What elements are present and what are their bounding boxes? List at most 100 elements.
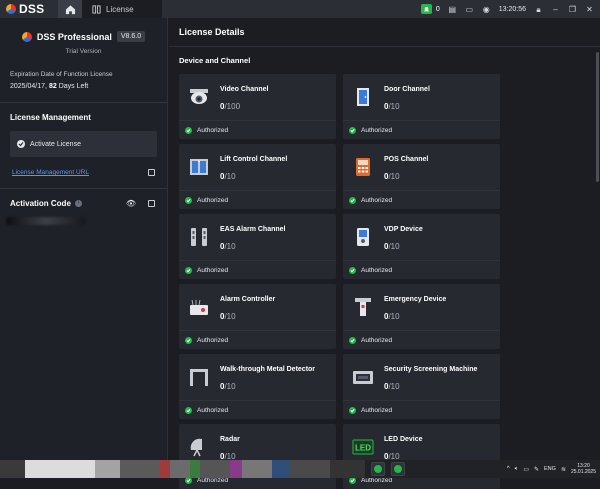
monitor-icon[interactable]: ▭ [465,5,474,14]
card-title: Alarm Controller [220,296,276,303]
total-count: /10 [388,102,400,111]
card-status: Authorized [179,120,336,139]
divider [0,102,167,103]
total-count: /10 [388,382,400,391]
status-label: Authorized [197,126,229,134]
total-count: /10 [224,312,236,321]
app-icon [394,465,402,473]
check-circle-icon [17,140,25,148]
eas-gate-icon [188,226,210,248]
dss-window: DSS License 0 ▤ ▭ ◉ 13:20:56 🔒︎ – ❐ ✕ DS [0,0,600,489]
system-tray: ^ 🔈︎ ▭ ✎ ENG ≋ 13:20 25.01.2025 [507,463,600,475]
status-label: Authorized [361,406,393,414]
card-title: Security Screening Machine [384,366,478,373]
notification-button[interactable]: 0 [420,4,440,14]
card-quota: 0/10 [220,382,236,391]
card-title: LED Device [384,436,423,443]
chevron-up-icon[interactable]: ^ [507,466,510,472]
days-left-number: 82 [48,83,57,90]
card-status: Authorized [179,400,336,419]
intercom-icon [352,226,374,248]
app-icon [374,465,382,473]
app-name: DSS [19,2,45,16]
status-label: Authorized [361,126,393,134]
app-logo: DSS [0,0,58,18]
card-quota: 0/100 [220,102,240,111]
divider [0,188,167,189]
license-card-video-channel: Video Channel 0/100 Authorized [179,74,336,139]
total-count: /100 [224,102,241,111]
restore-icon[interactable]: ❐ [568,5,577,14]
speaker-icon[interactable]: 🔈︎ [515,466,519,473]
license-card-vdp-device: VDP Device 0/10 Authorized [343,214,500,279]
product-name: DSS Professional [36,31,112,42]
pen-icon[interactable]: ✎ [534,466,539,473]
copy-icon[interactable] [148,169,155,176]
days-left-text: Days Left [58,83,89,90]
card-quota: 0/10 [384,242,400,251]
license-card-grid: Video Channel 0/100 Authorized Door Channel… [179,74,501,489]
check-circle-icon [185,196,192,204]
taskbar-clock[interactable]: 13:20 25.01.2025 [571,463,596,475]
license-card-pos-channel: POS Channel 0/10 Authorized [343,144,500,209]
total-count: /10 [388,242,400,251]
tab-license[interactable]: License [82,0,162,18]
activation-code-title: Activation Code [10,199,71,208]
led-display-icon: LED [352,436,374,458]
license-sidebar: DSS Professional V8.6.0 Trial Version Ex… [0,18,168,460]
license-card-emergency-device: Emergency Device 0/10 Authorized [343,284,500,349]
copy-icon[interactable] [148,200,155,207]
check-circle-icon [349,266,356,274]
blurred-taskbar-region [0,460,365,478]
close-icon[interactable]: ✕ [585,5,594,14]
home-button[interactable] [58,0,82,18]
home-icon [65,4,75,14]
total-count: /10 [388,172,400,181]
check-circle-icon [349,406,356,414]
user-icon[interactable]: ◉ [482,5,491,14]
network-icon[interactable]: ▭ [523,466,529,473]
emergency-device-icon [352,296,374,318]
total-count: /10 [224,382,236,391]
metal-detector-icon [188,366,210,388]
svg-text:LED: LED [355,444,371,453]
version-badge: V8.6.0 [116,31,146,42]
card-title: Emergency Device [384,296,447,303]
license-card-door-channel: Door Channel 0/10 Authorized [343,74,500,139]
taskbar-dss-app-2[interactable] [391,462,405,476]
scrollbar[interactable] [596,52,599,182]
card-title: Door Channel [384,86,430,93]
check-circle-icon [349,126,356,134]
license-card-eas-alarm-channel: EAS Alarm Channel 0/10 Authorized [179,214,336,279]
status-label: Authorized [197,336,229,344]
status-label: Authorized [197,406,229,414]
expiration-block: Expiration Date of Function License 2025… [0,71,167,90]
task-icon[interactable]: ▤ [448,5,457,14]
check-circle-icon [349,336,356,344]
expiration-value: 2025/04/17, 82 Days Left [10,83,157,90]
wifi-icon[interactable]: ≋ [561,466,566,473]
status-label: Authorized [361,196,393,204]
minimize-icon[interactable]: – [551,5,560,14]
eye-icon[interactable]: 👁︎ [126,199,136,208]
check-circle-icon [185,406,192,414]
license-management-url-link[interactable]: License Management URL [12,169,89,176]
activate-license-button[interactable]: Activate License [10,131,157,157]
info-icon[interactable]: i [74,200,82,207]
dome-camera-icon [188,86,210,108]
check-circle-icon [185,126,192,134]
license-card-walk-through-metal-detector: Walk-through Metal Detector 0/10 Authorize… [179,354,336,419]
xray-scanner-icon [352,366,374,388]
check-circle-icon [349,196,356,204]
expiration-date: 2025/04/17, [10,83,47,90]
activation-code-row: Activation Code i 👁︎ [0,199,167,208]
total-count: /10 [388,312,400,321]
redacted-activation-code [6,217,86,225]
license-management-title: License Management [10,113,91,122]
taskbar-dss-app-1[interactable] [371,462,385,476]
card-title: Radar [220,436,240,443]
language-indicator[interactable]: ENG [544,466,556,472]
lock-icon[interactable]: 🔒︎ [534,5,543,14]
dss-logo-icon [6,4,16,14]
bell-icon [420,4,432,14]
